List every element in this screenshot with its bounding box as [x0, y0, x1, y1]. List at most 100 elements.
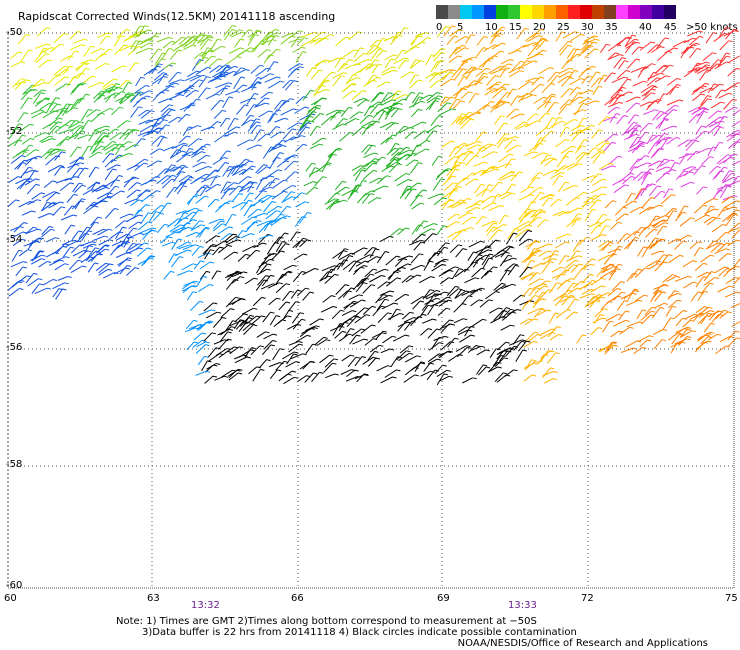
wind-barb-flag [432, 318, 437, 321]
wind-barb [169, 49, 179, 61]
wind-barb [27, 278, 39, 287]
wind-barb [422, 318, 433, 324]
wind-barb-flag [495, 168, 500, 171]
wind-barb-flag [216, 363, 221, 365]
wind-barb [109, 132, 121, 141]
wind-barb-flag [592, 280, 597, 282]
wind-barb-flag [539, 278, 544, 281]
wind-barb [439, 96, 446, 107]
wind-barb-flag [552, 378, 558, 381]
wind-barb-flag [154, 35, 160, 38]
wind-barb-flag [651, 88, 656, 91]
wind-barb-flag [632, 292, 637, 295]
wind-barb-flag [477, 144, 482, 147]
wind-barb [305, 187, 315, 196]
wind-barb [569, 78, 581, 86]
wind-barb-flag [648, 172, 653, 175]
wind-barb-flag [699, 247, 704, 250]
wind-barb [404, 355, 418, 363]
wind-barb-flag [65, 256, 70, 259]
wind-barb [638, 335, 650, 343]
wind-barb [694, 263, 704, 271]
wind-barb-flag [565, 255, 570, 258]
wind-barb-flag [447, 296, 452, 299]
wind-barb-flag [647, 339, 652, 342]
wind-barb [458, 198, 468, 206]
wind-barb-flag [139, 25, 145, 28]
wind-barb [313, 176, 324, 187]
wind-barb-flag [302, 51, 307, 54]
wind-barb-flag [329, 354, 334, 357]
wind-barb-flag [714, 277, 719, 279]
wind-barb [509, 95, 518, 107]
wind-barb-flag [624, 213, 629, 216]
wind-barb [423, 362, 431, 372]
wind-barb-flag [539, 192, 545, 194]
wind-barb-flag [460, 100, 465, 103]
wind-barb [41, 138, 52, 144]
wind-barb-flag [363, 98, 368, 100]
wind-barb-flag [662, 329, 668, 331]
wind-barb-flag [690, 217, 695, 220]
wind-barb [67, 50, 76, 61]
wind-barb [170, 256, 180, 268]
wind-barb [225, 90, 236, 96]
wind-barb-flag [550, 367, 555, 370]
wind-barb [77, 134, 89, 140]
wind-barb-flag [379, 344, 384, 347]
wind-barb-flag [128, 92, 133, 95]
wind-barb [158, 98, 169, 104]
wind-barb [305, 325, 316, 332]
wind-barb-flag [126, 80, 131, 82]
wind-barb-flag [136, 189, 141, 192]
wind-barb [541, 130, 551, 141]
wind-barb-flag [152, 179, 157, 182]
wind-barb [515, 228, 527, 238]
wind-barb-flag [728, 92, 733, 95]
wind-barb [38, 59, 49, 68]
wind-barb-flag [669, 64, 674, 67]
wind-barb-flag [393, 302, 399, 305]
wind-barb [281, 185, 293, 192]
wind-barb-flag [227, 181, 232, 184]
wind-barb-flag [298, 63, 304, 66]
wind-barb-flag [94, 205, 99, 208]
wind-barb-flag [671, 169, 677, 172]
wind-barb-flag [131, 94, 136, 97]
wind-barb [419, 228, 432, 236]
wind-barb-flag [69, 65, 74, 68]
wind-barb [570, 33, 581, 42]
wind-barb-flag [594, 48, 599, 51]
wind-barb-flag [533, 151, 538, 154]
wind-barb [618, 60, 625, 70]
wind-barb-flag [183, 212, 189, 215]
wind-barb-flag [537, 249, 543, 252]
wind-barb-flag [238, 193, 244, 195]
wind-barb-flag [232, 213, 237, 216]
wind-barb [284, 80, 295, 91]
wind-barb [515, 221, 529, 229]
wind-barb [376, 299, 386, 311]
wind-barb-flag [422, 313, 427, 316]
wind-barb [560, 145, 572, 155]
wind-barb [610, 330, 620, 338]
wind-barb-flag [202, 161, 207, 164]
wind-barb [242, 245, 255, 253]
wind-barb [45, 192, 57, 202]
wind-barb-flag [54, 252, 59, 254]
wind-barb [592, 178, 603, 186]
time-label: 13:32 [191, 600, 220, 611]
wind-barb [219, 117, 227, 128]
wind-barb-flag [159, 212, 165, 215]
wind-barb-flag [193, 319, 198, 322]
wind-barb-flag [200, 224, 206, 227]
wind-barb-flag [276, 76, 281, 79]
wind-barb-flag [534, 113, 539, 116]
wind-barb [409, 195, 420, 207]
wind-barb-flag [274, 29, 280, 31]
wind-barb-flag [501, 42, 507, 45]
wind-barb [604, 97, 615, 106]
wind-barb-flag [396, 255, 401, 258]
wind-barb-flag [640, 145, 645, 148]
wind-barb-flag [41, 258, 46, 261]
